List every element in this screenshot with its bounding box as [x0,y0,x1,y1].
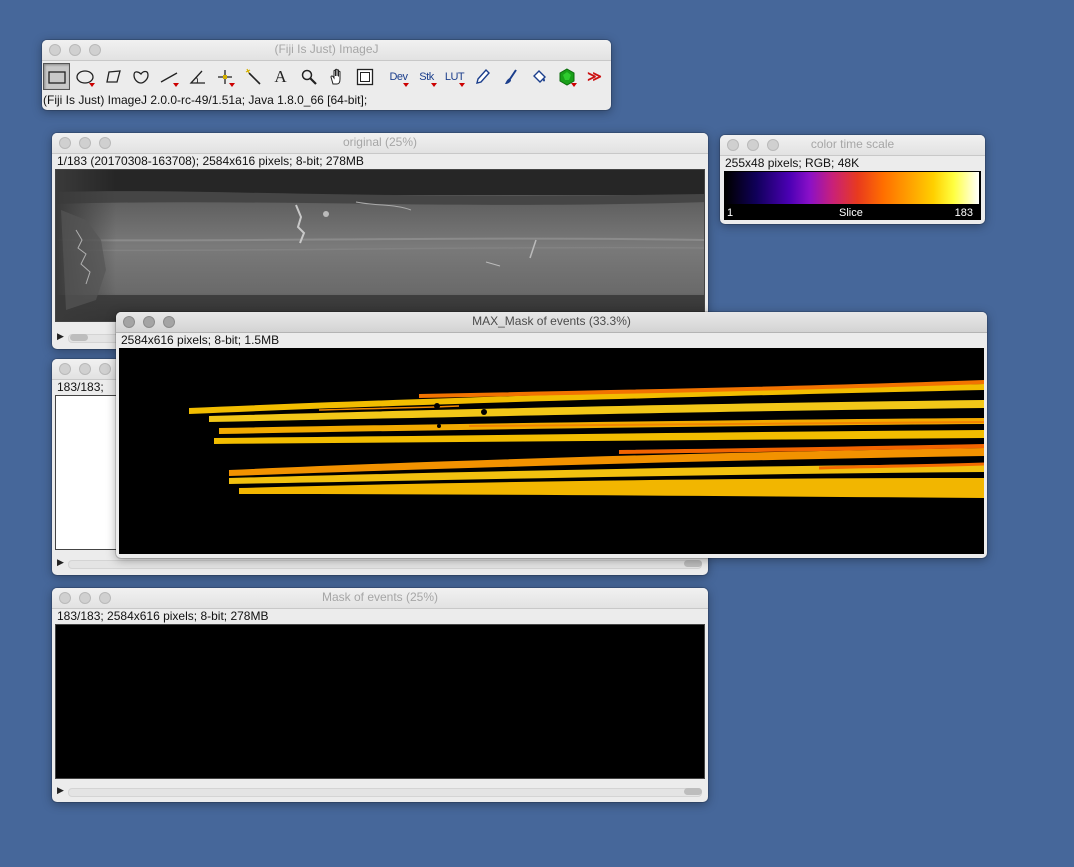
grayscale-micrograph [56,170,704,321]
lut-label: LUT [444,70,465,83]
window-title: (Fiji Is Just) ImageJ [274,42,379,56]
scale-max-label: 183 [954,207,973,219]
image-info: 2584x616 pixels; 8-bit; 1.5MB [121,333,280,347]
toolbar: A Dev Stk LUT ≫ [42,62,609,91]
mask-of-events-titlebar[interactable]: Mask of events (25%) [52,588,708,609]
scroll-track[interactable] [68,560,702,569]
max-mask-titlebar[interactable]: MAX_Mask of events (33.3%) [116,312,987,333]
dev-label: Dev [389,70,408,83]
color-time-scale-window: color time scale 255x48 pixels; RGB; 48K… [720,135,985,224]
zoom-tool[interactable] [295,63,322,90]
freehand-icon [132,70,149,84]
flood-fill-tool[interactable] [525,63,552,90]
mask-of-events-window: Mask of events (25%) 183/183; 2584x616 p… [52,588,708,802]
dev-menu-tool[interactable]: Dev [385,63,412,90]
scale-min-label: 1 [727,207,734,219]
more-tools-button[interactable]: ≫ [581,63,608,90]
status-bar: (Fiji Is Just) ImageJ 2.0.0-rc-49/1.51a;… [43,93,368,107]
polygon-icon [105,69,121,83]
angle-tool[interactable] [183,63,210,90]
imagej-titlebar[interactable]: (Fiji Is Just) ImageJ [42,40,611,61]
more-tools-glyph: ≫ [587,68,602,84]
window-title: MAX_Mask of events (33.3%) [472,314,631,328]
scale-axis-label: Slice [839,207,863,219]
pencil-icon [475,68,490,84]
max-mask-window: MAX_Mask of events (33.3%) 2584x616 pixe… [116,312,987,558]
scroll-thumb[interactable] [684,788,702,795]
image-info: 183/183; 2584x616 pixels; 8-bit; 278MB [57,609,269,623]
paintbrush-icon [504,68,517,84]
scroll-thumb[interactable] [70,334,88,341]
color-swatch-icon [356,68,373,85]
original-image-canvas[interactable] [55,169,705,322]
text-tool-glyph: A [274,66,287,86]
max-mask-image-canvas[interactable] [119,348,984,554]
magic-wand-icon [245,68,261,85]
image-info: 1/183 (20170308-163708); 2584x616 pixels… [57,154,364,168]
rectangle-icon [47,70,66,84]
oval-tool[interactable] [71,63,98,90]
image-info: 255x48 pixels; RGB; 48K [725,156,860,170]
pencil-tool[interactable] [469,63,496,90]
close-button[interactable] [59,363,71,375]
scroll-thumb[interactable] [684,560,702,567]
hand-tool[interactable] [323,63,350,90]
lut-menu-tool[interactable]: LUT [441,63,468,90]
point-tool[interactable] [211,63,238,90]
freehand-tool[interactable] [127,63,154,90]
imagej-main-window: (Fiji Is Just) ImageJ A Dev Stk LUT ≫ (F… [42,40,611,110]
scroll-track[interactable] [68,788,702,797]
plugin-tool[interactable] [553,63,580,90]
magnifier-icon [301,69,317,85]
hand-icon [329,68,340,84]
play-icon[interactable]: ▶ [57,786,64,796]
fire-lut-gradient [726,172,979,204]
stk-menu-tool[interactable]: Stk [413,63,440,90]
slice-scrollbar[interactable]: ▶ [52,784,708,798]
text-tool[interactable]: A [267,63,294,90]
wand-tool[interactable] [239,63,266,90]
paint-bucket-icon [532,69,546,83]
line-tool[interactable] [155,63,182,90]
color-scale-canvas[interactable]: 1 Slice 183 [724,171,981,220]
play-icon[interactable]: ▶ [57,558,64,568]
rectangle-tool[interactable] [43,63,70,90]
window-title: original (25%) [342,135,418,149]
angle-icon [189,70,205,84]
minimize-button[interactable] [79,363,91,375]
original-titlebar[interactable]: original (25%) [52,133,708,154]
zoom-button[interactable] [99,363,111,375]
polygon-tool[interactable] [99,63,126,90]
color-time-scale-titlebar[interactable]: color time scale [720,135,985,156]
window-title: color time scale [810,137,895,151]
brush-tool[interactable] [497,63,524,90]
window-title: Mask of events (25%) [321,590,439,604]
stk-label: Stk [419,70,434,83]
time-coded-projection [189,380,984,498]
play-icon[interactable]: ▶ [57,332,64,342]
mask-image-canvas[interactable] [55,624,705,779]
dropper-tool[interactable] [351,63,378,90]
slice-scrollbar[interactable]: ▶ [52,556,708,570]
